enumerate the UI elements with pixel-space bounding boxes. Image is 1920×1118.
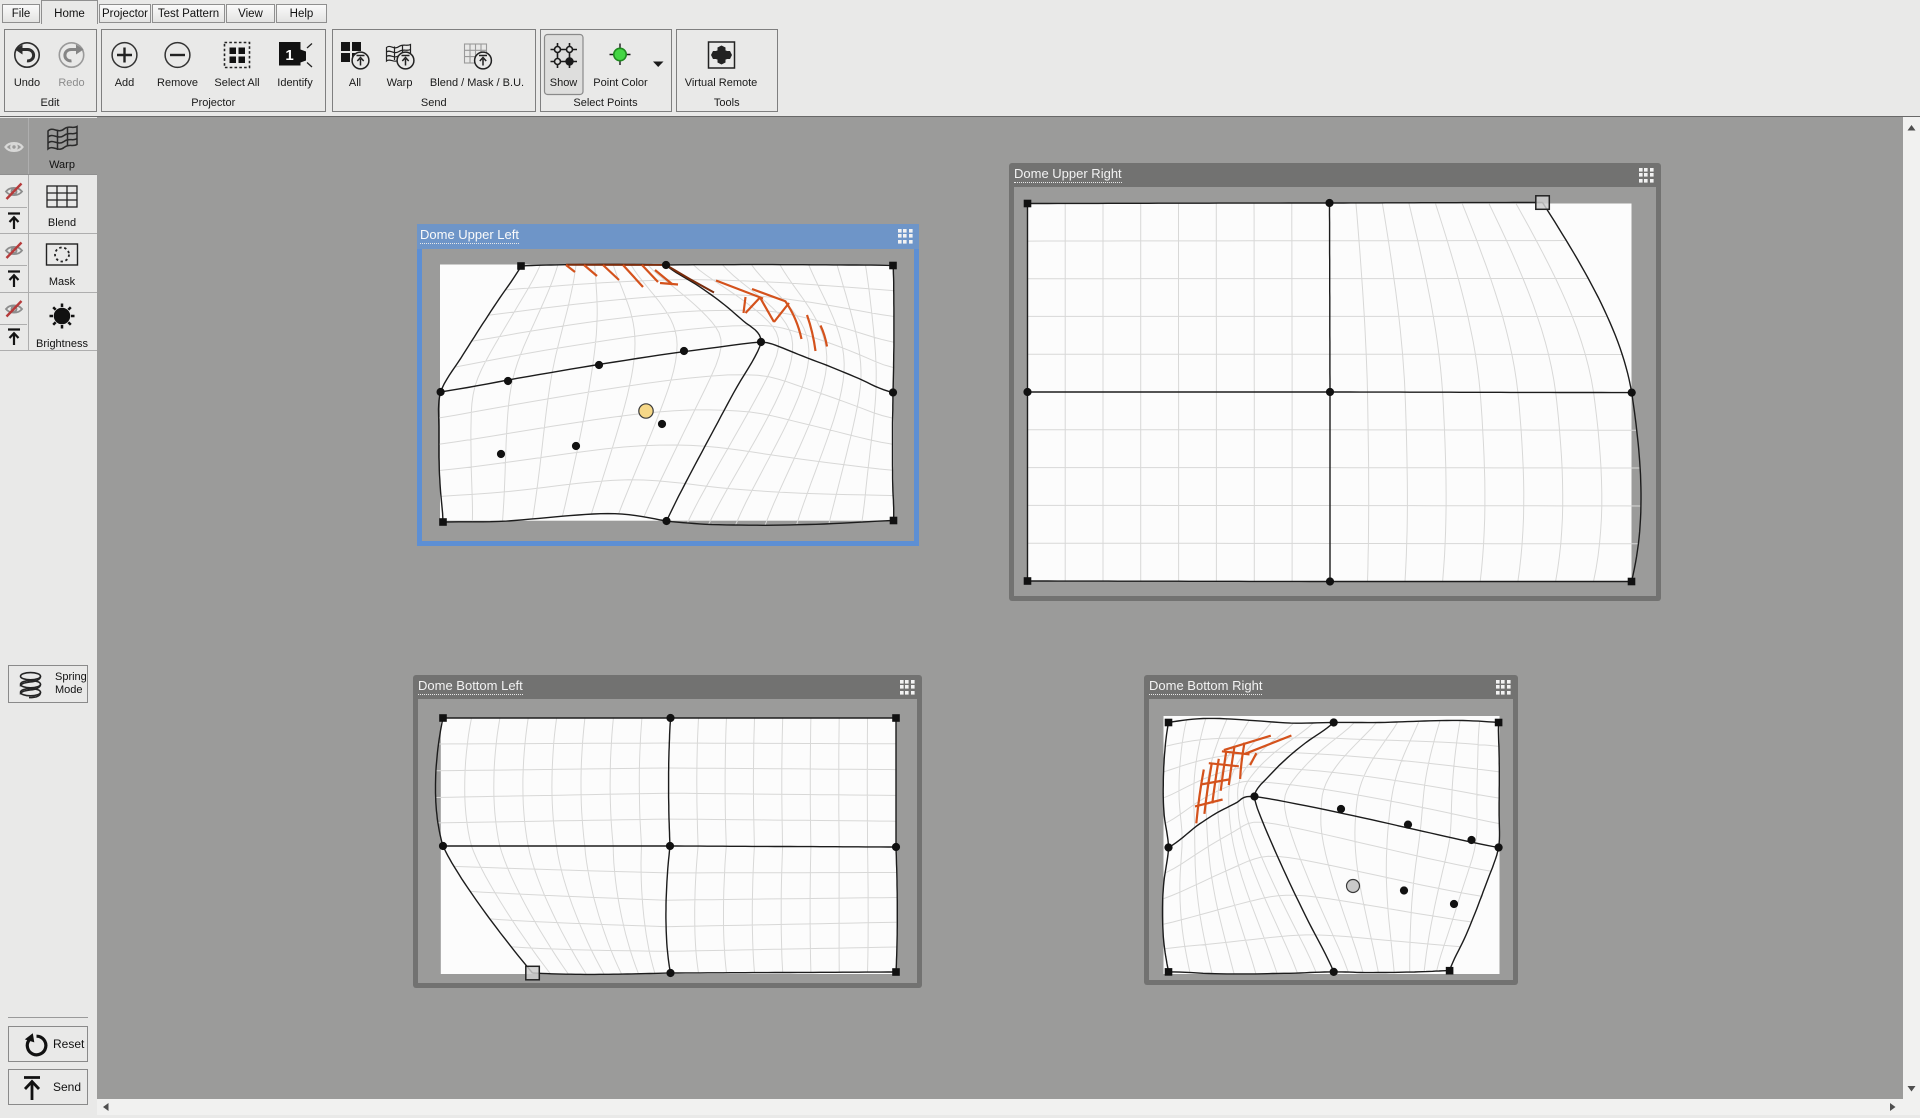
svg-text:1: 1 <box>285 47 293 64</box>
